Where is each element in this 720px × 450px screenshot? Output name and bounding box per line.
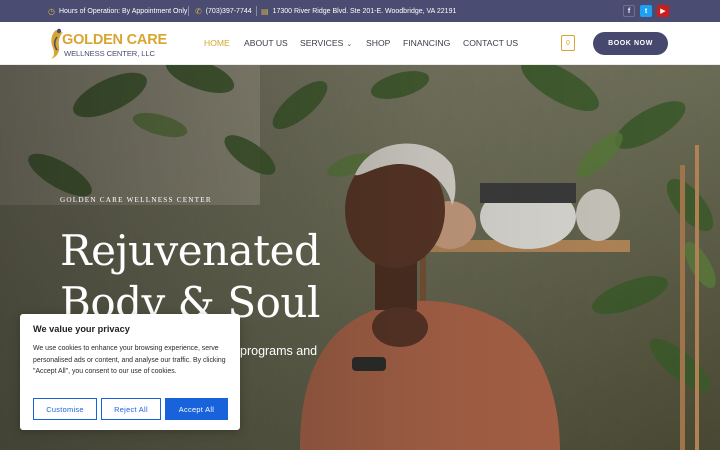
site-logo[interactable]: GOLDEN CARE WELLNESS CENTER, LLC (48, 28, 167, 60)
nav-contact-us[interactable]: CONTACT US (463, 38, 518, 48)
hero-subtext: programs and (240, 344, 318, 358)
address-text: 17300 River Ridge Blvd. Ste 201-E. Woodb… (272, 8, 457, 15)
map-card-icon: ▤ (261, 7, 269, 16)
cookie-buttons: Customise Reject All Accept All (33, 398, 228, 420)
hours-text: Hours of Operation: By Appointment Only (58, 8, 188, 15)
nav-services-label: SERVICES (300, 38, 344, 48)
logo-line1: GOLDEN CARE (62, 32, 167, 48)
nav-financing[interactable]: FINANCING (403, 38, 450, 48)
cart-count: 0 (566, 39, 570, 47)
nav-home[interactable]: HOME (204, 38, 230, 48)
cookie-consent-banner: We value your privacy We use cookies to … (20, 314, 240, 430)
divider (188, 6, 189, 16)
divider (256, 6, 257, 16)
hours-info: ◷ Hours of Operation: By Appointment Onl… (48, 7, 187, 16)
nav-shop[interactable]: SHOP (366, 38, 390, 48)
accept-all-button[interactable]: Accept All (165, 398, 228, 420)
customise-button[interactable]: Customise (33, 398, 97, 420)
reject-all-button[interactable]: Reject All (101, 398, 161, 420)
facebook-icon[interactable]: f (623, 5, 635, 17)
nav-about-us[interactable]: ABOUT US (244, 38, 288, 48)
hero-heading-line1: Rejuvenated (60, 226, 321, 275)
top-info-bar: ◷ Hours of Operation: By Appointment Onl… (0, 0, 720, 22)
cookie-body: We use cookies to enhance your browsing … (33, 345, 226, 376)
site-header: GOLDEN CARE WELLNESS CENTER, LLC HOME AB… (0, 22, 720, 65)
hero-eyebrow: GOLDEN CARE WELLNESS CENTER (60, 196, 212, 204)
phone-text[interactable]: (703)397-7744 (206, 8, 252, 15)
twitter-icon[interactable]: t (640, 5, 652, 17)
social-links: f t ▶ (623, 5, 669, 17)
address-info: ▤ 17300 River Ridge Blvd. Ste 201-E. Woo… (261, 7, 456, 16)
logo-line2: WELLNESS CENTER, LLC (64, 49, 155, 58)
clock-icon: ◷ (48, 7, 55, 16)
phone-info[interactable]: ✆ (703)397-7744 (195, 7, 252, 16)
nav-services[interactable]: SERVICES ⌄ (300, 38, 352, 48)
cookie-title: We value your privacy (33, 324, 130, 334)
youtube-icon[interactable]: ▶ (657, 5, 669, 17)
book-now-button[interactable]: BOOK NOW (593, 32, 668, 55)
phone-icon: ✆ (195, 7, 202, 16)
chevron-down-icon: ⌄ (346, 41, 353, 48)
cart-icon[interactable]: 0 (561, 35, 575, 51)
